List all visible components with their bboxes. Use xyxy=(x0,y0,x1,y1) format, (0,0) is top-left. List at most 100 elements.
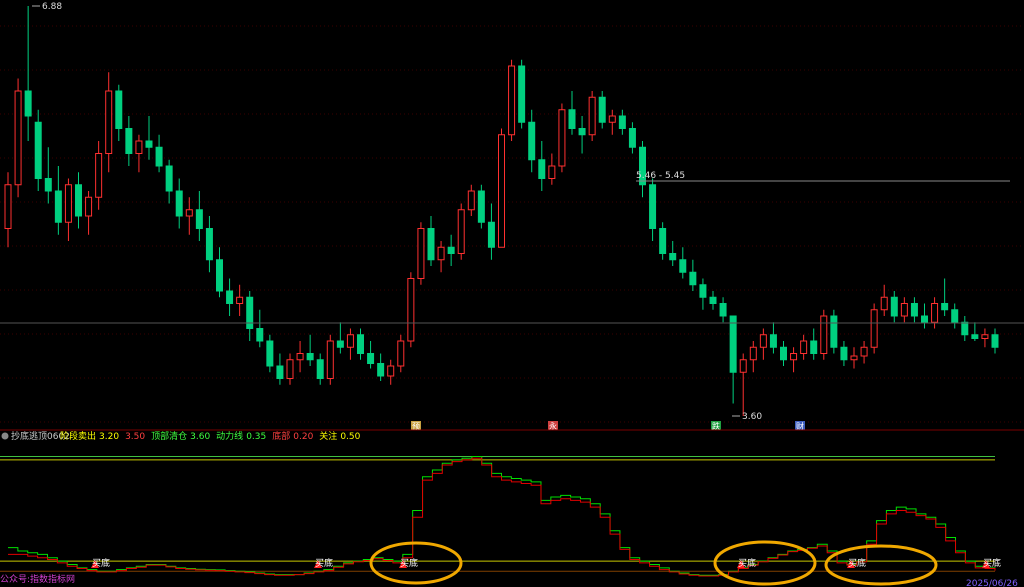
candle[interactable] xyxy=(286,353,294,385)
candle[interactable] xyxy=(830,309,838,354)
candle[interactable] xyxy=(75,172,82,229)
candle[interactable] xyxy=(437,241,445,273)
candle[interactable] xyxy=(336,322,344,354)
candle[interactable] xyxy=(971,322,979,341)
candle[interactable] xyxy=(941,278,949,317)
candle[interactable] xyxy=(457,203,465,260)
candle[interactable] xyxy=(880,284,888,316)
candle[interactable] xyxy=(145,116,153,160)
candle[interactable] xyxy=(387,359,395,385)
candle[interactable] xyxy=(810,328,818,360)
candle[interactable] xyxy=(669,241,677,266)
candle[interactable] xyxy=(407,272,415,348)
candle[interactable] xyxy=(991,328,999,354)
candle[interactable] xyxy=(729,315,737,404)
candle[interactable] xyxy=(759,328,767,360)
candle[interactable] xyxy=(890,291,898,323)
candle[interactable] xyxy=(236,284,244,316)
candle[interactable] xyxy=(820,309,828,360)
candle[interactable] xyxy=(870,303,878,354)
candle[interactable] xyxy=(296,341,304,373)
candle[interactable] xyxy=(276,353,284,385)
candle[interactable] xyxy=(246,291,254,341)
candle[interactable] xyxy=(639,141,646,198)
candle[interactable] xyxy=(306,334,314,366)
candle[interactable] xyxy=(44,147,52,204)
candle[interactable] xyxy=(105,72,113,173)
candle[interactable] xyxy=(518,59,526,129)
candle[interactable] xyxy=(367,341,375,369)
candle[interactable] xyxy=(508,59,516,141)
candle[interactable] xyxy=(709,291,717,310)
indicator-settings-icon[interactable] xyxy=(1,432,9,440)
candle[interactable] xyxy=(165,159,173,204)
candle[interactable] xyxy=(24,6,32,141)
candle[interactable] xyxy=(568,91,576,135)
candle[interactable] xyxy=(578,116,586,154)
candle[interactable] xyxy=(528,109,536,173)
candle[interactable] xyxy=(477,184,485,229)
candle[interactable] xyxy=(498,128,505,248)
candle[interactable] xyxy=(598,91,606,129)
candle[interactable] xyxy=(558,103,566,173)
candle[interactable] xyxy=(618,109,626,135)
candle[interactable] xyxy=(226,278,234,317)
candle[interactable] xyxy=(588,91,596,141)
candle[interactable] xyxy=(699,278,707,310)
candle[interactable] xyxy=(4,172,12,248)
candle[interactable] xyxy=(689,259,697,291)
candle[interactable] xyxy=(125,116,133,166)
candle[interactable] xyxy=(900,297,908,323)
candle[interactable] xyxy=(266,334,274,373)
candles-layer[interactable] xyxy=(4,6,999,416)
candle[interactable] xyxy=(850,347,858,369)
candle[interactable] xyxy=(417,222,425,285)
candle[interactable] xyxy=(14,78,22,198)
candle[interactable] xyxy=(205,216,213,273)
candle[interactable] xyxy=(54,166,62,235)
candle[interactable] xyxy=(921,303,928,329)
candle[interactable] xyxy=(85,191,93,235)
candle[interactable] xyxy=(316,353,324,385)
candle[interactable] xyxy=(608,109,616,135)
candle[interactable] xyxy=(135,134,143,173)
candle[interactable] xyxy=(628,122,636,154)
candle[interactable] xyxy=(326,334,334,385)
candle[interactable] xyxy=(155,134,163,173)
candle[interactable] xyxy=(961,316,969,341)
candle[interactable] xyxy=(749,341,757,373)
candle[interactable] xyxy=(860,341,868,364)
candle[interactable] xyxy=(185,197,193,235)
candle[interactable] xyxy=(195,191,203,241)
candle[interactable] xyxy=(981,328,989,348)
candle[interactable] xyxy=(649,178,657,242)
candle[interactable] xyxy=(931,297,939,329)
candle[interactable] xyxy=(175,178,183,229)
candle[interactable] xyxy=(840,341,848,366)
candle[interactable] xyxy=(256,309,264,348)
candle[interactable] xyxy=(769,322,777,354)
candle[interactable] xyxy=(346,328,354,360)
candle[interactable] xyxy=(790,347,798,373)
candle[interactable] xyxy=(377,353,385,382)
candle[interactable] xyxy=(719,297,727,323)
candle[interactable] xyxy=(538,141,546,191)
candle[interactable] xyxy=(467,184,475,216)
candle[interactable] xyxy=(951,303,959,329)
candle[interactable] xyxy=(679,247,687,279)
candle[interactable] xyxy=(800,334,808,360)
candle[interactable] xyxy=(427,216,435,266)
candle[interactable] xyxy=(216,247,223,298)
candle[interactable] xyxy=(910,297,918,323)
candle[interactable] xyxy=(357,328,364,360)
candle[interactable] xyxy=(780,341,787,366)
candle[interactable] xyxy=(548,153,556,185)
candle[interactable] xyxy=(659,222,667,260)
candle[interactable] xyxy=(115,84,123,141)
candle[interactable] xyxy=(34,109,42,191)
candlestick-chart-svg[interactable]: 6.88 3.60 5.46 - 5.45 预永跌财 抄底逃顶0602 阶段卖出… xyxy=(0,0,1024,587)
candle[interactable] xyxy=(95,141,103,210)
candle[interactable] xyxy=(487,203,495,260)
candle[interactable] xyxy=(447,234,455,266)
candle[interactable] xyxy=(397,334,405,373)
